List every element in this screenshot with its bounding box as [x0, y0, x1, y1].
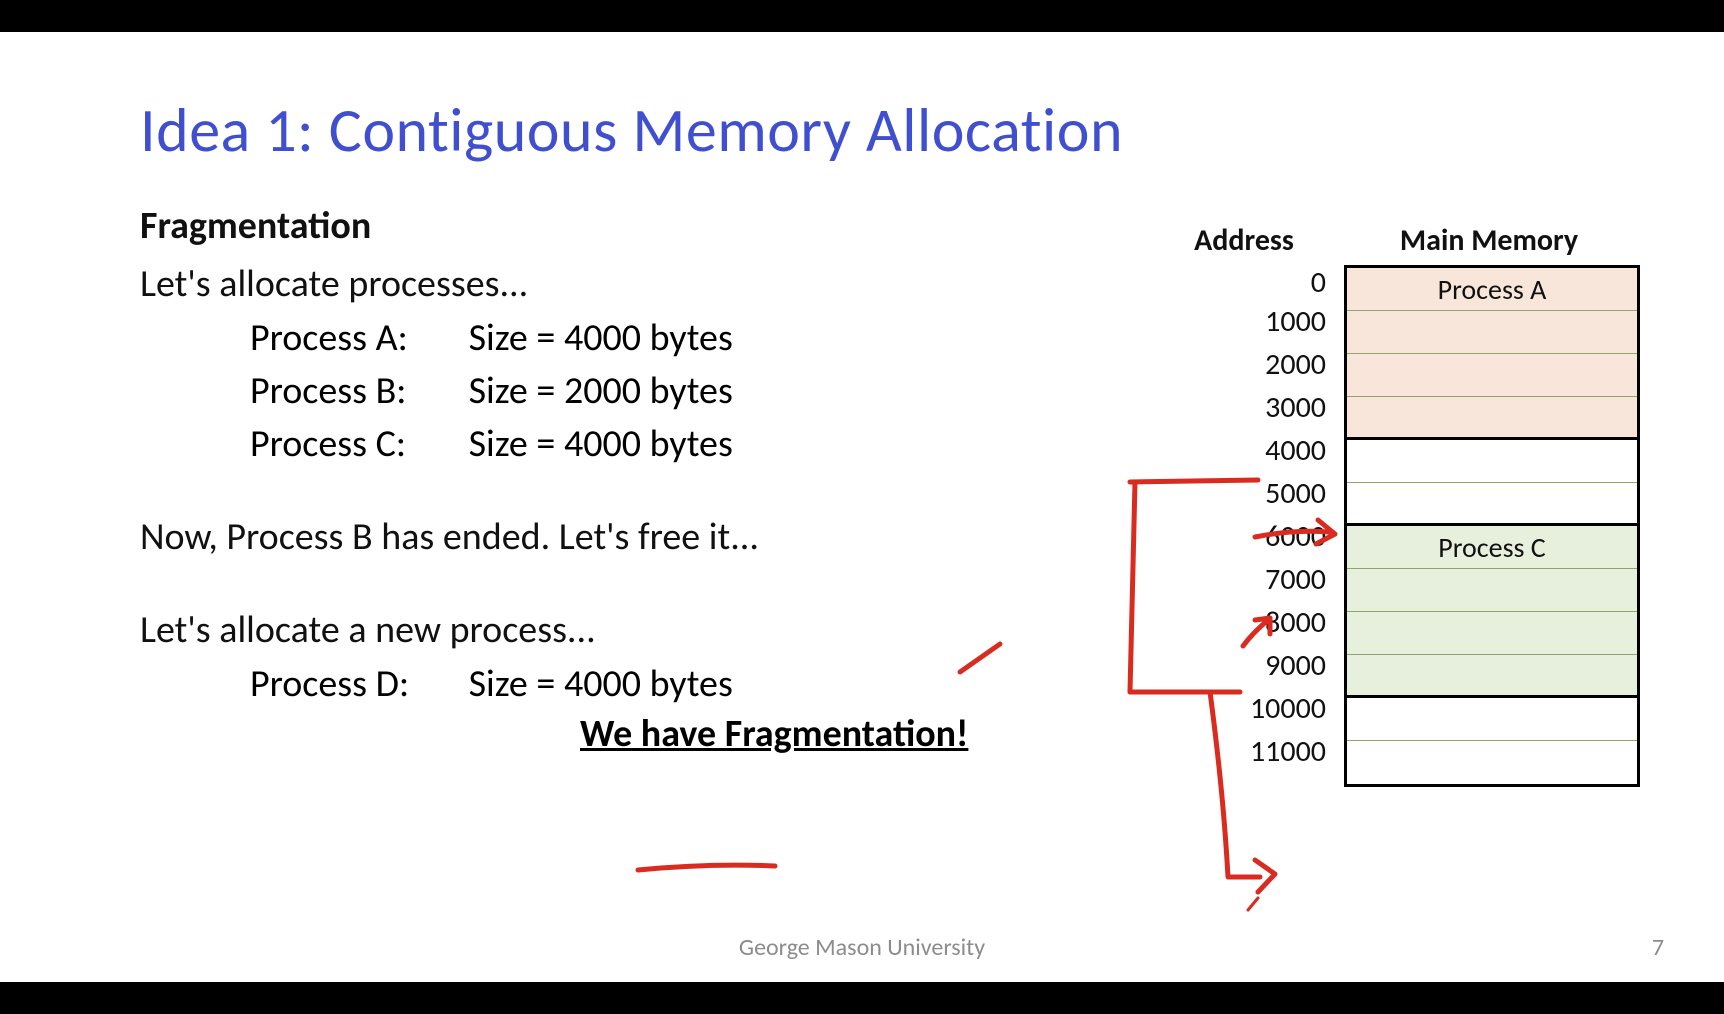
address-label: 3000	[1144, 386, 1344, 429]
memory-cell	[1347, 612, 1637, 655]
header-address: Address	[1144, 222, 1344, 259]
memory-cell: Process C	[1347, 526, 1637, 569]
address-label: 1000	[1144, 300, 1344, 343]
slide-title: Idea 1: Contiguous Memory Allocation	[140, 92, 1580, 168]
memory-cell	[1347, 569, 1637, 612]
process-a-size: Size = 4000 bytes	[469, 315, 733, 361]
address-label: 10000	[1144, 687, 1344, 730]
process-d-size: Size = 4000 bytes	[469, 661, 733, 707]
address-label: 5000	[1144, 472, 1344, 515]
memory-cell	[1347, 440, 1637, 483]
pen-cursor-icon	[1248, 898, 1258, 910]
address-label: 4000	[1144, 429, 1344, 472]
memory-cell	[1347, 311, 1637, 354]
memory-cell	[1347, 655, 1637, 698]
address-label: 8000	[1144, 601, 1344, 644]
address-label: 11000	[1144, 730, 1344, 773]
memory-cell	[1347, 741, 1637, 784]
memory-diagram: Address Main Memory 01000200030004000500…	[1144, 222, 1664, 787]
process-c-name: Process C:	[250, 418, 460, 471]
memory-cell	[1347, 698, 1637, 741]
address-label: 2000	[1144, 343, 1344, 386]
address-label: 0	[1144, 265, 1344, 300]
header-main-memory: Main Memory	[1344, 222, 1634, 259]
memory-column: Process A Process C	[1344, 265, 1640, 787]
annotation-underline-icon	[638, 865, 775, 870]
process-d-name: Process D:	[250, 658, 460, 711]
address-column: 0100020003000400050006000700080009000100…	[1144, 265, 1344, 787]
address-label: 6000	[1144, 515, 1344, 558]
memory-cell	[1347, 483, 1637, 526]
process-a-name: Process A:	[250, 312, 460, 365]
address-label: 9000	[1144, 644, 1344, 687]
memory-cell	[1347, 397, 1637, 440]
memory-cell	[1347, 354, 1637, 397]
footer-university: George Mason University	[0, 933, 1724, 962]
slide: Idea 1: Contiguous Memory Allocation Fra…	[0, 32, 1724, 982]
memory-headers: Address Main Memory	[1144, 222, 1664, 259]
address-label: 7000	[1144, 558, 1344, 601]
process-b-size: Size = 2000 bytes	[469, 368, 733, 414]
process-c-size: Size = 4000 bytes	[469, 421, 733, 467]
process-b-name: Process B:	[250, 365, 460, 418]
page-number: 7	[1652, 933, 1664, 962]
memory-cell: Process A	[1347, 268, 1637, 311]
